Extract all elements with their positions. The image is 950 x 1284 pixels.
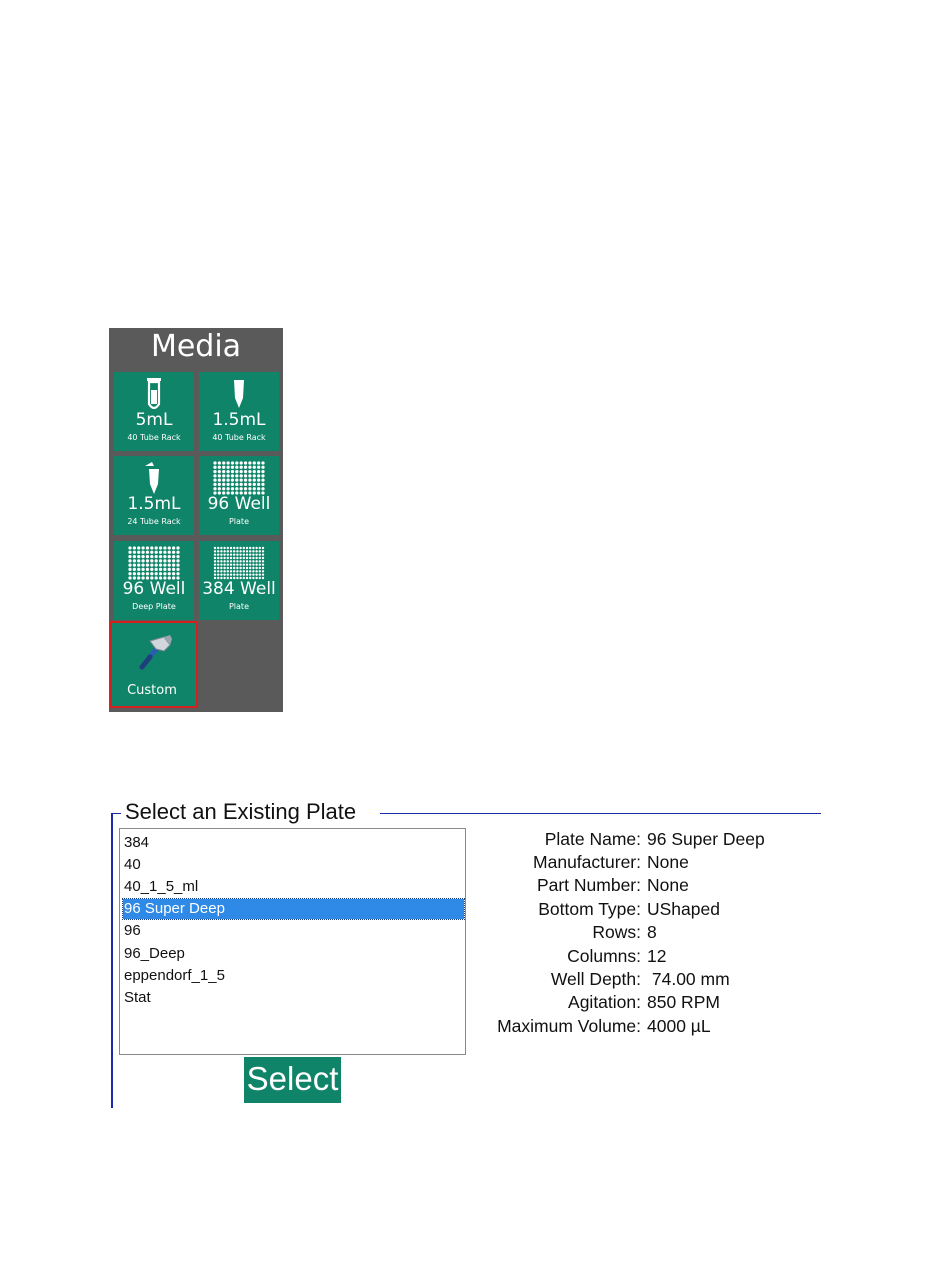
tile-rack-type: 24 Tube Rack <box>127 517 181 526</box>
tile-rack-type: 40 Tube Rack <box>127 433 181 442</box>
well-plate-icon <box>213 546 265 580</box>
well-plate-icon <box>213 461 265 495</box>
media-tile-384-well-plate[interactable]: 384 Well Plate <box>199 541 279 620</box>
plate-listbox[interactable]: 384 40 40_1_5_ml 96 Super Deep 96 96_Dee… <box>119 828 466 1055</box>
rows-value: 8 <box>647 922 657 942</box>
tile-rack-type: 40 Tube Rack <box>212 433 266 442</box>
maximum-volume-label: Maximum Volume: <box>497 1016 641 1036</box>
bottom-type-label: Bottom Type: <box>538 899 641 919</box>
columns-label: Columns: <box>567 946 641 966</box>
group-border-corner <box>111 813 121 814</box>
media-tile-1-5ml-24-tube-rack[interactable]: 1.5mL 24 Tube Rack <box>114 456 194 535</box>
agitation-value: 850 RPM <box>647 992 720 1012</box>
well-depth-label: Well Depth: <box>550 969 641 989</box>
media-title: Media <box>150 329 242 364</box>
plate-list-item[interactable]: 40 <box>124 855 141 875</box>
open-microtube-icon <box>145 462 159 494</box>
hammer-icon <box>139 635 172 670</box>
group-border-top <box>380 813 821 814</box>
agitation-label: Agitation: <box>568 992 641 1012</box>
part-number-value: None <box>647 875 689 895</box>
plate-list-item-selected[interactable]: 96 Super Deep <box>122 898 465 920</box>
plate-list-item[interactable]: 96_Deep <box>124 944 185 964</box>
tile-well-count: 96 Well <box>122 579 186 599</box>
well-depth-value: 74.00 mm <box>647 969 730 989</box>
manufacturer-value: None <box>647 852 689 872</box>
plate-list-item[interactable]: 96 <box>124 921 141 941</box>
well-plate-icon <box>128 546 180 580</box>
tile-plate-type: Plate <box>228 602 249 611</box>
select-plate-group-title: Select an Existing Plate <box>123 799 359 825</box>
tile-plate-type: Deep Plate <box>132 602 176 611</box>
tube-icon <box>147 378 161 410</box>
plate-list-item[interactable]: 40_1_5_ml <box>124 877 198 897</box>
media-tile-1-5ml-40-tube-rack[interactable]: 1.5mL 40 Tube Rack <box>199 372 279 451</box>
bottom-type-value: UShaped <box>647 899 720 919</box>
media-panel: Media 5mL 40 Tube Rack 1.5mL 40 Tube Rac… <box>109 328 283 712</box>
group-border-left <box>111 813 113 1108</box>
plate-name-value: 96 Super Deep <box>647 829 765 849</box>
tile-well-count: 96 Well <box>207 494 271 514</box>
maximum-volume-value: 4000 µL <box>647 1016 711 1036</box>
plate-name-label: Plate Name: <box>544 829 641 849</box>
tile-volume: 5mL <box>135 410 173 430</box>
select-button[interactable]: Select <box>244 1057 341 1103</box>
tile-volume: 1.5mL <box>212 410 266 430</box>
manufacturer-label: Manufacturer: <box>533 852 641 872</box>
media-tile-5ml-tube-rack[interactable]: 5mL 40 Tube Rack <box>114 372 194 451</box>
plate-list-item[interactable]: Stat <box>124 988 151 1008</box>
tile-plate-type: Plate <box>228 517 249 526</box>
tile-volume: 1.5mL <box>127 494 181 514</box>
media-tile-custom[interactable]: Custom <box>110 621 198 708</box>
microtube-icon <box>234 380 244 408</box>
rows-label: Rows: <box>592 922 641 942</box>
columns-value: 12 <box>647 946 667 966</box>
media-tile-96-well-plate[interactable]: 96 Well Plate <box>199 456 279 535</box>
tile-label: Custom <box>127 683 177 698</box>
tile-well-count: 384 Well <box>202 579 276 599</box>
plate-list-item[interactable]: eppendorf_1_5 <box>124 966 225 986</box>
part-number-label: Part Number: <box>536 875 641 895</box>
plate-list-item[interactable]: 384 <box>124 833 149 853</box>
media-tile-96-well-deep-plate[interactable]: 96 Well Deep Plate <box>114 541 194 620</box>
